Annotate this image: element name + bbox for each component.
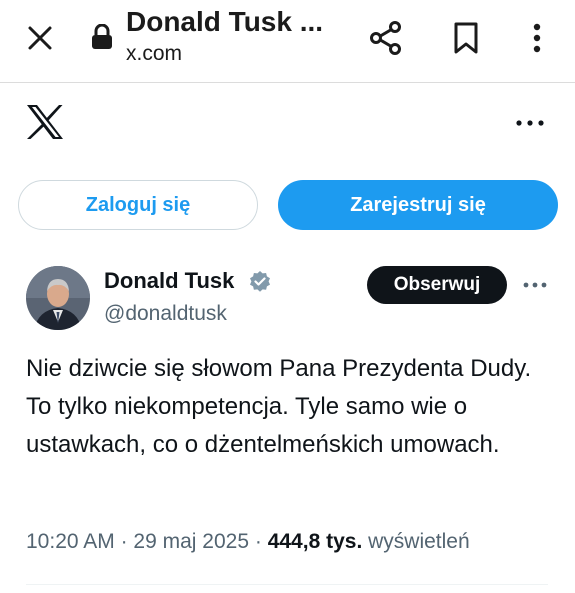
login-button[interactable]: Zaloguj się — [18, 180, 258, 230]
lock-icon — [91, 23, 113, 50]
views-label: wyświetleń — [368, 530, 470, 553]
author-name[interactable]: Donald Tusk — [104, 268, 234, 294]
meta-separator: · — [120, 530, 128, 553]
author-handle[interactable]: @donaldtusk — [104, 302, 227, 326]
x-logo-icon[interactable] — [26, 104, 64, 142]
avatar[interactable] — [26, 266, 90, 330]
more-vertical-icon[interactable] — [520, 16, 554, 60]
browser-toolbar: Donald Tusk ... x.com — [0, 0, 575, 83]
tweet-date[interactable]: 29 maj 2025 — [133, 530, 249, 553]
tweet-text: Nie dziwcie się słowom Pana Prezydenta D… — [26, 355, 532, 458]
bookmark-icon[interactable] — [446, 16, 486, 60]
page-title: Donald Tusk ... — [126, 6, 324, 37]
page: Donald Tusk ... x.com Zaloguj się Zareje… — [0, 0, 575, 593]
more-horizontal-icon[interactable] — [512, 108, 548, 138]
register-button[interactable]: Zarejestruj się — [278, 180, 558, 230]
tweet-meta: 10:20 AM · 29 maj 2025 · 444,8 tys. wyśw… — [26, 530, 470, 554]
views-count: 444,8 tys. — [267, 530, 363, 553]
divider — [26, 584, 548, 585]
close-icon[interactable] — [22, 20, 58, 56]
tweet-time[interactable]: 10:20 AM — [26, 530, 115, 553]
follow-button[interactable]: Obserwuj — [367, 266, 507, 304]
page-url[interactable]: x.com — [126, 42, 182, 66]
tweet-more-icon[interactable] — [520, 272, 550, 298]
verified-badge-icon — [248, 270, 272, 294]
share-icon[interactable] — [366, 16, 406, 60]
meta-separator: · — [254, 530, 262, 553]
